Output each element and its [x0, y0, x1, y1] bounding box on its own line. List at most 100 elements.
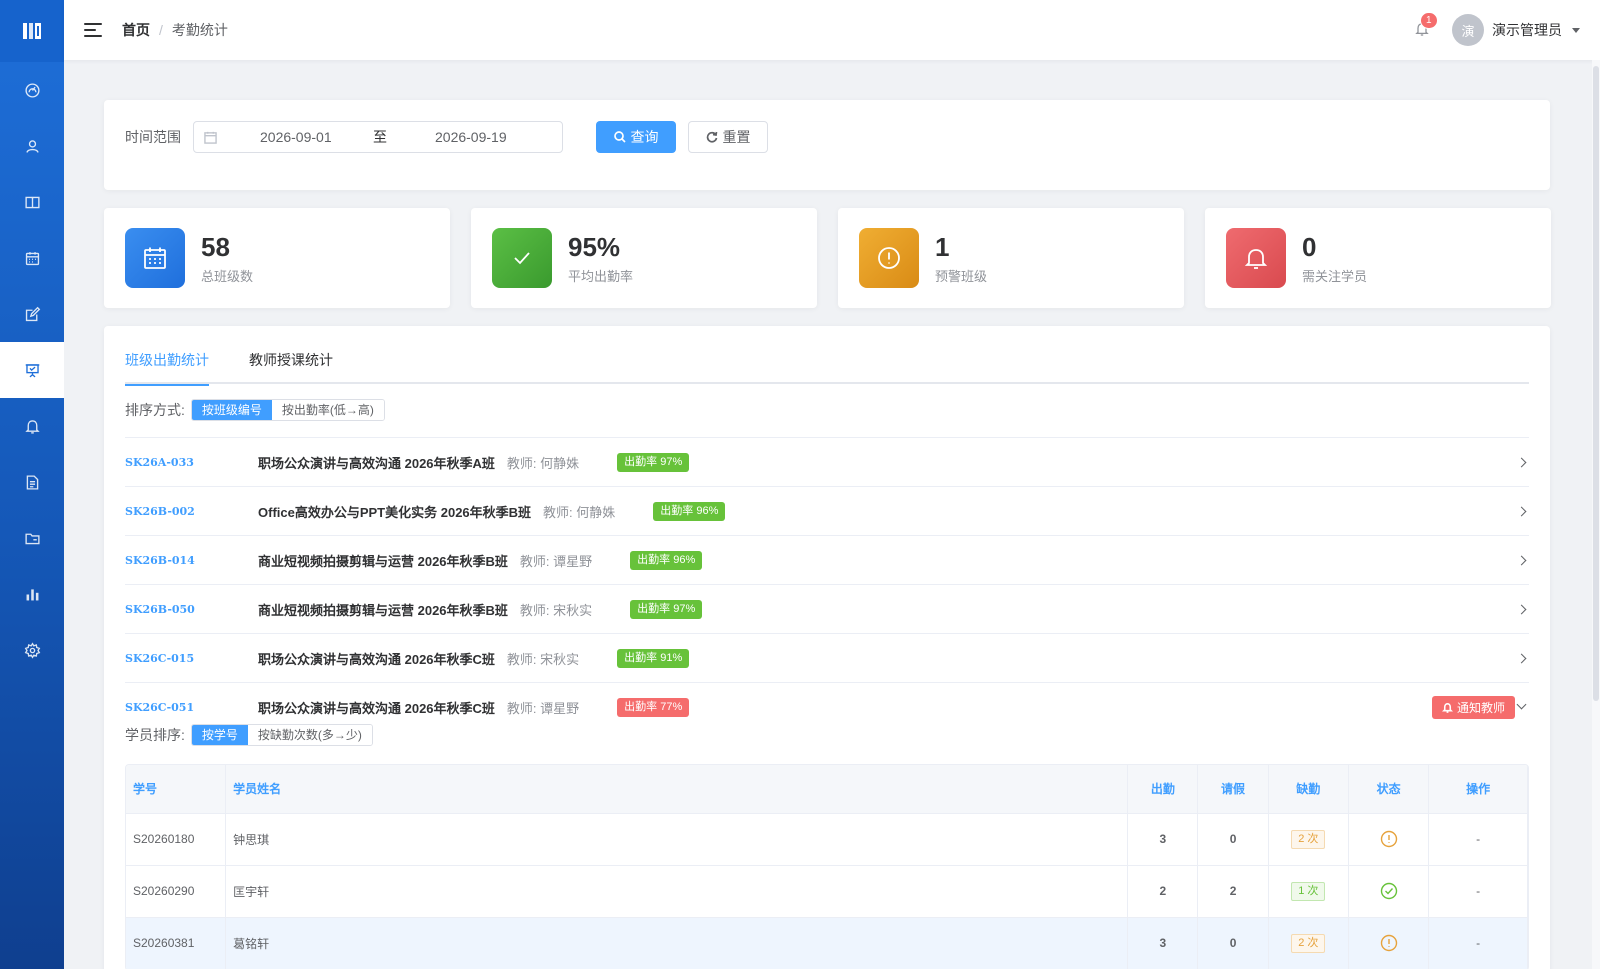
absent-count-tag: 2 次 — [1291, 829, 1326, 849]
status-cell — [1348, 813, 1430, 866]
sort-by-absence-option[interactable]: 按缺勤次数(多→少) — [247, 725, 372, 745]
class-code[interactable]: SK26C-015 — [125, 652, 258, 665]
class-row[interactable]: SK26B-002 Office高效办公与PPT美化实务 2026年秋季B班 教… — [125, 486, 1529, 535]
absent-cell: 2 次 — [1268, 813, 1349, 866]
sidebar-item-courses[interactable] — [0, 174, 64, 230]
avatar[interactable]: 演 — [1452, 14, 1484, 46]
column-header[interactable]: 状态 — [1348, 765, 1430, 814]
date-range-picker[interactable]: 2026-09-01 至 2026-09-19 — [193, 121, 563, 153]
class-name: 职场公众演讲与高效沟通 2026年秋季C班 — [258, 651, 495, 667]
menu-toggle-icon[interactable] — [84, 23, 102, 37]
attendance-rate-tag: 出勤率 91% — [617, 648, 690, 668]
sidebar-item-attendance[interactable] — [0, 342, 64, 398]
class-row[interactable]: SK26B-050 商业短视频拍摄剪辑与运营 2026年秋季B班 教师: 宋秋实… — [125, 584, 1529, 633]
sidebar-item-documents[interactable] — [0, 454, 64, 510]
stat-card-warning-classes: 1 预警班级 — [838, 208, 1184, 308]
presentation-icon — [25, 363, 39, 377]
chevron-right-icon[interactable] — [1516, 653, 1527, 663]
sidebar-item-files[interactable] — [0, 510, 64, 566]
table-row[interactable]: S20260290 匡宇轩 2 2 1 次 - — [126, 865, 1528, 918]
chevron-right-icon[interactable] — [1516, 604, 1527, 614]
sidebar-item-settings[interactable] — [0, 622, 64, 678]
tab-bar: 班级出勤统计 教师授课统计 — [125, 344, 1529, 386]
class-teacher: 教师: 谭星野 — [506, 700, 580, 716]
chevron-right-icon[interactable] — [1516, 457, 1527, 467]
sidebar-item-notifications[interactable] — [0, 398, 64, 454]
sidebar-item-schedule[interactable] — [0, 230, 64, 286]
table-row[interactable]: S20260381 葛铭轩 3 0 2 次 - — [126, 917, 1528, 969]
bar-chart-icon — [26, 588, 38, 600]
operation-cell: - — [1428, 917, 1528, 969]
operation-cell: - — [1428, 813, 1528, 866]
table-row[interactable]: S20260180 钟思琪 3 0 2 次 - — [126, 813, 1528, 866]
leave-count: 0 — [1197, 813, 1269, 866]
class-row[interactable]: SK26C-015 职场公众演讲与高效沟通 2026年秋季C班 教师: 宋秋实 … — [125, 633, 1529, 682]
stat-icon-box — [125, 228, 185, 288]
user-icon — [25, 139, 39, 153]
column-header[interactable]: 出勤 — [1127, 765, 1199, 814]
column-header[interactable]: 操作 — [1428, 765, 1528, 814]
class-sort-toggle: 按班级编号 按出勤率(低→高) — [190, 399, 385, 421]
chevron-right-icon[interactable] — [1516, 555, 1527, 565]
start-date[interactable]: 2026-09-01 — [260, 129, 373, 145]
logo[interactable] — [0, 0, 64, 62]
class-row[interactable]: SK26A-033 职场公众演讲与高效沟通 2026年秋季A班 教师: 何静姝 … — [125, 437, 1529, 486]
scrollbar-thumb[interactable] — [1593, 66, 1599, 701]
class-code[interactable]: SK26C-051 — [125, 701, 258, 714]
column-header[interactable]: 学号 — [126, 765, 227, 814]
stat-card-total-classes: 58 总班级数 — [104, 208, 450, 308]
breadcrumb-home[interactable]: 首页 — [122, 20, 150, 40]
class-name: Office高效办公与PPT美化实务 2026年秋季B班 — [258, 504, 532, 520]
sidebar-item-users[interactable] — [0, 118, 64, 174]
class-name: 商业短视频拍摄剪辑与运营 2026年秋季B班 — [258, 602, 508, 618]
settings-icon — [24, 641, 40, 659]
class-row[interactable]: SK26B-014 商业短视频拍摄剪辑与运营 2026年秋季B班 教师: 谭星野… — [125, 535, 1529, 584]
attendance-panel: 班级出勤统计 教师授课统计 排序方式: 按班级编号 按出勤率(低→高) SK26… — [104, 326, 1550, 969]
stat-value: 95% — [568, 231, 621, 262]
student-id: S20260381 — [126, 917, 227, 969]
document-icon — [26, 474, 38, 490]
sidebar-item-reports[interactable] — [0, 566, 64, 622]
sidebar-item-edit[interactable] — [0, 286, 64, 342]
leave-count: 0 — [1197, 917, 1269, 969]
class-code[interactable]: SK26B-014 — [125, 554, 258, 567]
class-code[interactable]: SK26A-033 — [125, 456, 258, 469]
column-header[interactable]: 请假 — [1197, 765, 1269, 814]
table-header-row: 学号 学员姓名 出勤 请假 缺勤 状态 操作 — [126, 765, 1528, 814]
class-teacher: 教师: 谭星野 — [519, 553, 593, 569]
class-sort-label: 排序方式: — [125, 402, 185, 418]
book-icon — [24, 196, 40, 208]
class-teacher: 教师: 宋秋实 — [519, 602, 593, 618]
dashboard-icon — [24, 82, 40, 98]
search-button[interactable]: 查询 — [596, 121, 676, 153]
class-code[interactable]: SK26B-002 — [125, 505, 258, 518]
status-cell — [1348, 917, 1430, 969]
end-date[interactable]: 2026-09-19 — [435, 129, 507, 145]
tab-class-attendance[interactable]: 班级出勤统计 — [125, 344, 209, 386]
stat-card-attention-students: 0 需关注学员 — [1205, 208, 1551, 308]
sidebar-item-dashboard[interactable] — [0, 62, 64, 118]
chevron-down-icon[interactable] — [1516, 699, 1527, 710]
student-table: 学号 学员姓名 出勤 请假 缺勤 状态 操作 S20260180 钟思琪 3 0… — [125, 764, 1529, 969]
stat-label: 需关注学员 — [1302, 268, 1368, 284]
search-button-label: 查询 — [630, 129, 659, 145]
notify-teacher-button[interactable]: 通知教师 — [1431, 695, 1515, 719]
column-header[interactable]: 缺勤 — [1268, 765, 1349, 814]
notification-bell[interactable]: 1 — [1414, 12, 1438, 39]
tab-teacher-stats[interactable]: 教师授课统计 — [249, 344, 333, 384]
sort-by-rate-option[interactable]: 按出勤率(低→高) — [271, 400, 384, 420]
sort-by-id-option[interactable]: 按学号 — [191, 725, 248, 745]
stat-card-avg-attendance: 95% 平均出勤率 — [471, 208, 817, 308]
class-teacher: 教师: 宋秋实 — [506, 651, 580, 667]
sort-by-code-option[interactable]: 按班级编号 — [191, 400, 272, 420]
reset-button[interactable]: 重置 — [688, 121, 768, 153]
breadcrumb-current: 考勤统计 — [171, 22, 228, 38]
date-range-separator: 至 — [373, 129, 387, 145]
status-cell — [1348, 865, 1430, 918]
stat-value: 0 — [1302, 231, 1317, 262]
class-code[interactable]: SK26B-050 — [125, 603, 258, 616]
username[interactable]: 演示管理员 — [1492, 20, 1562, 40]
chevron-down-icon[interactable] — [1572, 27, 1580, 33]
chevron-right-icon[interactable] — [1516, 506, 1527, 516]
column-header[interactable]: 学员姓名 — [225, 765, 1129, 814]
